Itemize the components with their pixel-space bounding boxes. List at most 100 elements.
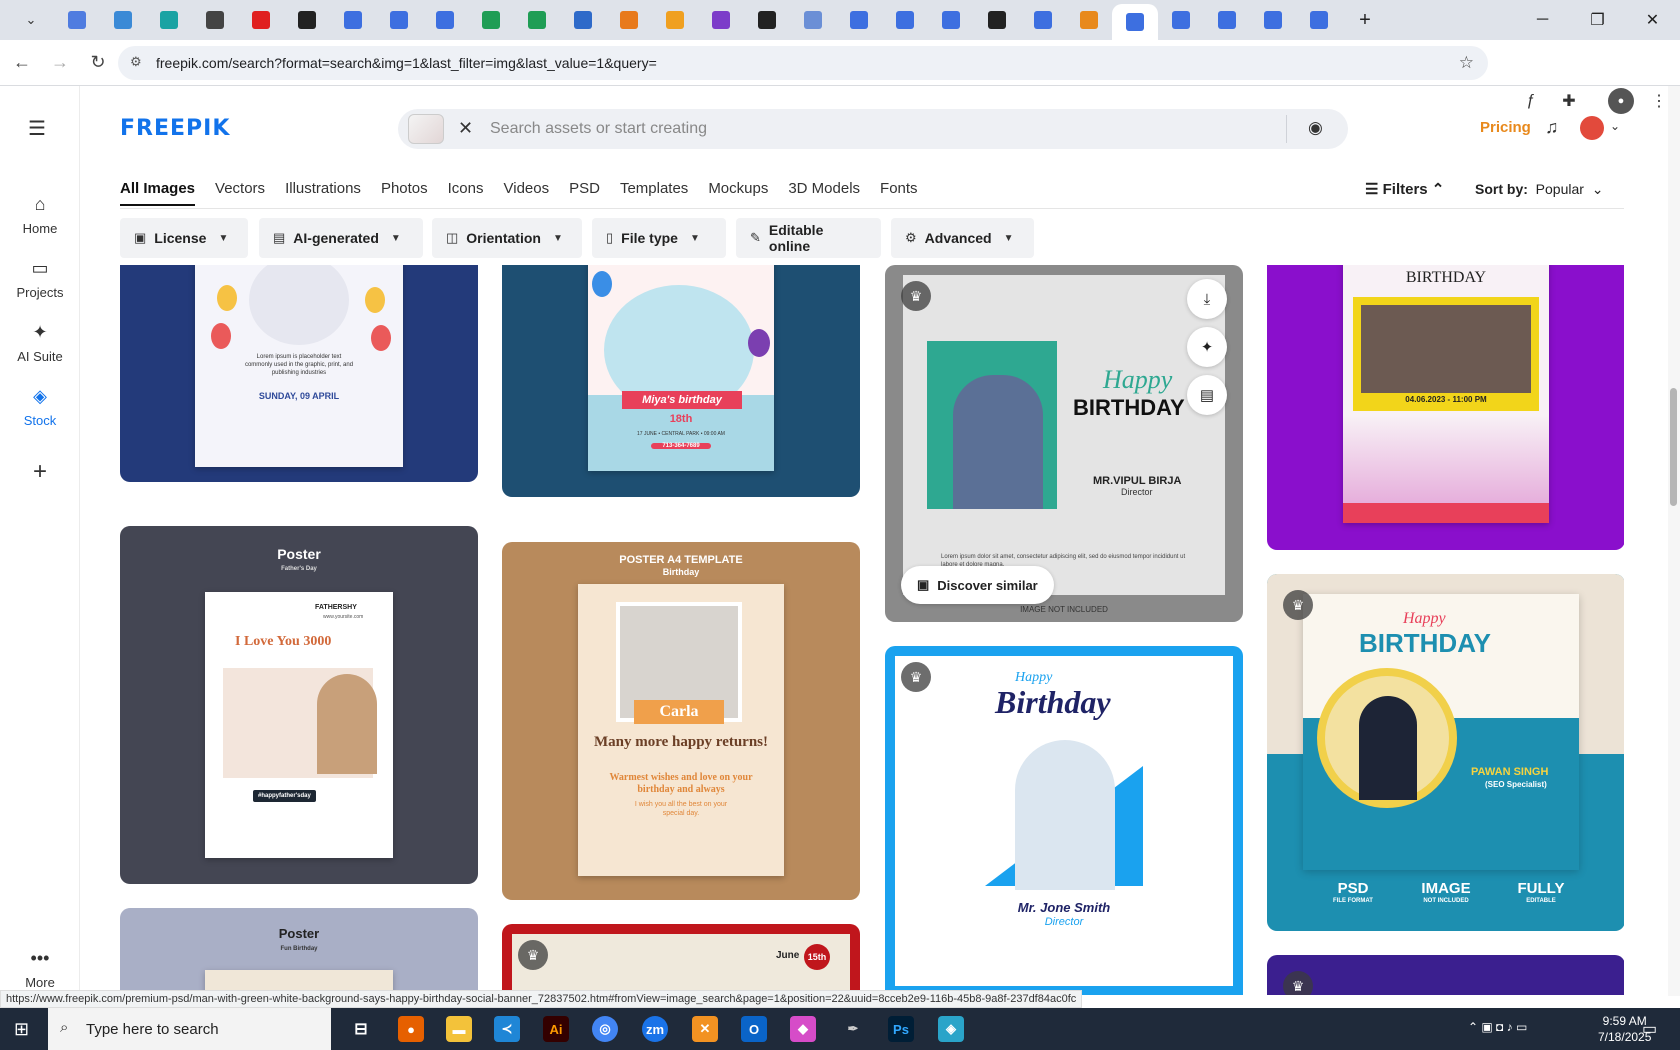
sort-dropdown[interactable]: Sort by: Popular ⌄ [1475, 181, 1603, 198]
browser-tab[interactable] [1112, 4, 1158, 40]
camera-icon[interactable]: ◉ [1308, 118, 1323, 138]
browser-tab[interactable] [836, 0, 882, 40]
illustrator-icon[interactable]: Ai [543, 1016, 569, 1042]
reload-button[interactable]: ↻ [82, 47, 114, 79]
url-field[interactable]: ⚙ freepik.com/search?format=search&img=1… [118, 46, 1488, 80]
category-tab[interactable]: All Images [120, 166, 196, 206]
firefox-icon[interactable]: ● [398, 1016, 424, 1042]
scroll-thumb[interactable] [1670, 388, 1677, 506]
category-tab[interactable]: Photos [381, 166, 428, 206]
category-tab[interactable]: Illustrations [285, 166, 361, 206]
pen-tool-icon[interactable]: ✒ [840, 1016, 866, 1042]
hamburger-menu-icon[interactable]: ☰ [28, 116, 46, 141]
add-button[interactable]: + [0, 458, 80, 486]
site-info-icon[interactable]: ⚙ [130, 54, 142, 70]
browser-tab[interactable] [1204, 0, 1250, 40]
browser-tab[interactable] [468, 0, 514, 40]
ai-generated-filter[interactable]: ▤ AI-generated ▼ [259, 218, 423, 258]
result-card-hovered[interactable]: Happy BIRTHDAY MR.VIPUL BIRJA Director L… [885, 265, 1243, 622]
browser-tab[interactable] [560, 0, 606, 40]
close-window-button[interactable]: ✕ [1625, 0, 1680, 40]
browser-tab[interactable] [928, 0, 974, 40]
browser-tab[interactable] [652, 0, 698, 40]
rail-item-home[interactable]: ⌂ Home [0, 194, 80, 236]
license-filter[interactable]: ▣ License ▼ [120, 218, 248, 258]
notification-icon[interactable]: ▭ [1642, 1019, 1657, 1039]
browser-tab[interactable] [100, 0, 146, 40]
task-view-icon[interactable]: ⊟ [348, 1016, 374, 1042]
tab-search-button[interactable]: ⌄ [8, 0, 54, 40]
result-card[interactable]: Lorem ipsum is placeholder text commonly… [120, 265, 478, 482]
category-tab[interactable]: 3D Models [788, 166, 860, 206]
new-tab-button[interactable]: + [1342, 0, 1388, 40]
restore-button[interactable]: ❐ [1570, 0, 1625, 40]
filters-button[interactable]: ☰ Filters ⌃ [1365, 180, 1444, 198]
forward-button[interactable]: → [44, 47, 76, 79]
minimize-button[interactable]: ─ [1515, 0, 1570, 40]
browser-tab[interactable] [146, 0, 192, 40]
extension-icon[interactable]: ƒ [1518, 88, 1544, 114]
browser-tab[interactable] [330, 0, 376, 40]
browser-tab[interactable] [698, 0, 744, 40]
category-tab[interactable]: PSD [569, 166, 600, 206]
search-image-thumbnail[interactable] [408, 114, 444, 144]
category-tab[interactable]: Fonts [880, 166, 918, 206]
browser-tab[interactable] [882, 0, 928, 40]
browser-tab[interactable] [284, 0, 330, 40]
browser-tab[interactable] [1066, 0, 1112, 40]
result-card[interactable]: BIRTHDAY 04.06.2023 - 11:00 PM [1267, 265, 1624, 550]
rail-item-stock[interactable]: ◈ Stock [0, 386, 80, 428]
vscode-icon[interactable]: ≺ [494, 1016, 520, 1042]
bookmark-star-icon[interactable]: ☆ [1459, 53, 1474, 73]
app-icon[interactable]: ◈ [938, 1016, 964, 1042]
ai-edit-button[interactable]: ✦ [1187, 327, 1227, 367]
windows-start-icon[interactable]: ⊞ [14, 1019, 29, 1040]
outlook-icon[interactable]: O [741, 1016, 767, 1042]
tray-icons[interactable]: ⌃ ▣ ◘ ♪ ▭ [1468, 1020, 1527, 1034]
result-card[interactable]: Poster Fun Birthday [120, 908, 478, 995]
browser-tab[interactable] [54, 0, 100, 40]
browser-tab[interactable] [238, 0, 284, 40]
category-tab[interactable]: Videos [504, 166, 550, 206]
xampp-icon[interactable]: ✕ [692, 1016, 718, 1042]
category-tab[interactable]: Vectors [215, 166, 265, 206]
freepik-logo[interactable]: FREEPIK [120, 116, 230, 141]
file-type-filter[interactable]: ▯ File type ▼ [592, 218, 726, 258]
orientation-filter[interactable]: ◫ Orientation ▼ [432, 218, 582, 258]
chevron-down-icon[interactable]: ⌄ [1610, 119, 1620, 133]
page-scrollbar[interactable] [1668, 86, 1680, 996]
browser-tab[interactable] [974, 0, 1020, 40]
browser-tab[interactable] [1020, 0, 1066, 40]
editable-online-filter[interactable]: ✎ Editable online [736, 218, 881, 258]
browser-tab[interactable] [744, 0, 790, 40]
rail-item-ai-suite[interactable]: ✦ AI Suite [0, 322, 80, 364]
zoom-icon[interactable]: zm [642, 1016, 668, 1042]
result-card[interactable]: Miya's birthday 18th 17 JUNE • CENTRAL P… [502, 265, 860, 497]
photoshop-icon[interactable]: Ps [888, 1016, 914, 1042]
browser-tab[interactable] [514, 0, 560, 40]
advanced-filter[interactable]: ⚙ Advanced ▼ [891, 218, 1034, 258]
back-button[interactable]: ← [6, 47, 38, 79]
pricing-link[interactable]: Pricing [1480, 119, 1531, 136]
browser-tab[interactable] [1250, 0, 1296, 40]
extensions-puzzle-icon[interactable]: ✚ [1556, 88, 1582, 114]
rail-item-more[interactable]: ••• More [0, 948, 80, 990]
rail-item-projects[interactable]: ▭ Projects [0, 258, 80, 300]
browser-tab[interactable] [376, 0, 422, 40]
taskbar-search[interactable]: ⌕ Type here to search [48, 1008, 331, 1050]
browser-tab[interactable] [790, 0, 836, 40]
category-tab[interactable]: Mockups [708, 166, 768, 206]
creative-cloud-icon[interactable]: ◆ [790, 1016, 816, 1042]
browser-tab[interactable] [1158, 0, 1204, 40]
download-button[interactable]: ⤓ [1187, 279, 1227, 319]
search-input[interactable] [490, 109, 1276, 149]
user-avatar[interactable] [1580, 116, 1604, 140]
category-tab[interactable]: Templates [620, 166, 688, 206]
profile-avatar[interactable]: ● [1608, 88, 1634, 114]
browser-tab[interactable] [192, 0, 238, 40]
result-card[interactable]: POSTER A4 TEMPLATE Birthday Carla Many m… [502, 542, 860, 900]
browser-tab[interactable] [422, 0, 468, 40]
save-to-collection-button[interactable]: ▤ [1187, 375, 1227, 415]
category-tab[interactable]: Icons [448, 166, 484, 206]
result-card[interactable]: ♛ [1267, 955, 1624, 995]
